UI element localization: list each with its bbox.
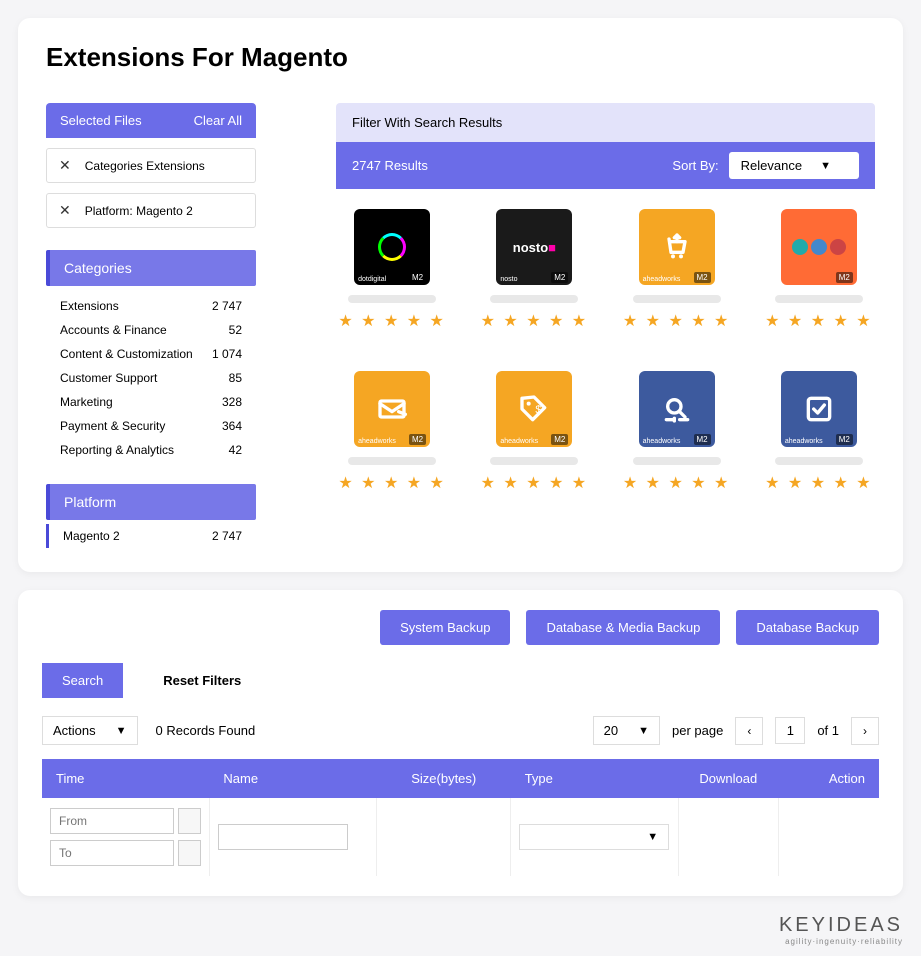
product-thumb: $ aheadworks M2 bbox=[496, 371, 572, 447]
categories-header: Categories bbox=[46, 250, 256, 286]
star-rating: ★ ★ ★ ★ ★ bbox=[336, 473, 448, 493]
results-count: 2747 Results bbox=[352, 158, 428, 173]
chevron-down-icon: ▼ bbox=[820, 160, 831, 172]
clear-all-button[interactable]: Clear All bbox=[194, 113, 242, 128]
product-card[interactable]: aheadworks M2 ★ ★ ★ ★ ★ bbox=[336, 371, 448, 493]
page-size-value: 20 bbox=[604, 723, 618, 738]
product-card[interactable]: $ aheadworks M2 ★ ★ ★ ★ ★ bbox=[478, 371, 590, 493]
brand-name: KEYIDEAS bbox=[18, 914, 903, 937]
product-thumb: aheadworks M2 bbox=[639, 371, 715, 447]
col-download[interactable]: Download bbox=[678, 759, 778, 798]
platform-header: Platform bbox=[46, 484, 256, 520]
to-picker-button[interactable] bbox=[178, 840, 201, 866]
close-icon[interactable]: ✕ bbox=[59, 157, 71, 174]
product-card[interactable]: aheadworks M2 ★ ★ ★ ★ ★ bbox=[621, 209, 733, 331]
actions-dropdown[interactable]: Actions ▼ bbox=[42, 716, 138, 745]
selected-files-header: Selected Files Clear All bbox=[46, 103, 256, 138]
platform-item[interactable]: Magento 22 747 bbox=[46, 524, 256, 548]
col-name[interactable]: Name bbox=[209, 759, 376, 798]
category-item[interactable]: Payment & Security364 bbox=[46, 414, 256, 438]
product-thumb: M2 bbox=[781, 209, 857, 285]
name-filter-input[interactable] bbox=[218, 824, 348, 850]
product-thumb: aheadworks M2 bbox=[781, 371, 857, 447]
category-item[interactable]: Customer Support85 bbox=[46, 366, 256, 390]
star-rating: ★ ★ ★ ★ ★ bbox=[336, 311, 448, 331]
product-title-placeholder bbox=[633, 457, 721, 465]
brand-tagline: agility·ingenuity·reliability bbox=[18, 937, 903, 946]
product-card[interactable]: aheadworks M2 ★ ★ ★ ★ ★ bbox=[621, 371, 733, 493]
time-from-input[interactable] bbox=[50, 808, 174, 834]
sort-select[interactable]: Relevance ▼ bbox=[729, 152, 859, 179]
star-rating: ★ ★ ★ ★ ★ bbox=[763, 311, 875, 331]
product-thumb: aheadworks M2 bbox=[639, 209, 715, 285]
filter-chip: ✕ Platform: Magento 2 bbox=[46, 193, 256, 228]
sort-by-label: Sort By: bbox=[672, 158, 718, 173]
product-thumb: dotdigital M2 bbox=[354, 209, 430, 285]
chevron-down-icon: ▼ bbox=[647, 831, 658, 843]
per-page-label: per page bbox=[672, 723, 723, 738]
sort-value: Relevance bbox=[741, 158, 802, 173]
col-time[interactable]: Time bbox=[42, 759, 209, 798]
product-title-placeholder bbox=[775, 457, 863, 465]
product-title-placeholder bbox=[490, 295, 578, 303]
product-card[interactable]: aheadworks M2 ★ ★ ★ ★ ★ bbox=[763, 371, 875, 493]
records-found: 0 Records Found bbox=[156, 723, 256, 738]
category-item[interactable]: Content & Customization1 074 bbox=[46, 342, 256, 366]
star-rating: ★ ★ ★ ★ ★ bbox=[621, 473, 733, 493]
content-area: Filter With Search Results 2747 Results … bbox=[336, 103, 875, 548]
reset-filters-button[interactable]: Reset Filters bbox=[143, 663, 261, 698]
database-media-backup-button[interactable]: Database & Media Backup bbox=[526, 610, 720, 645]
backup-table: Time Name Size(bytes) Type Download Acti… bbox=[42, 759, 879, 876]
col-size[interactable]: Size(bytes) bbox=[377, 759, 511, 798]
category-item[interactable]: Extensions2 747 bbox=[46, 294, 256, 318]
actions-label: Actions bbox=[53, 723, 96, 738]
svg-text:$: $ bbox=[536, 404, 542, 416]
brand-logo: KEYIDEAS agility·ingenuity·reliability bbox=[0, 914, 921, 956]
col-action[interactable]: Action bbox=[779, 759, 879, 798]
tab-search[interactable]: Search bbox=[42, 663, 123, 698]
results-bar: 2747 Results Sort By: Relevance ▼ bbox=[336, 142, 875, 189]
filter-search-label: Filter With Search Results bbox=[336, 103, 875, 142]
page-number-input[interactable] bbox=[775, 717, 805, 744]
product-card[interactable]: nosto■ nosto M2 ★ ★ ★ ★ ★ bbox=[478, 209, 590, 331]
chevron-down-icon: ▼ bbox=[638, 725, 649, 737]
product-title-placeholder bbox=[348, 457, 436, 465]
product-thumb: aheadworks M2 bbox=[354, 371, 430, 447]
chip-label: Platform: Magento 2 bbox=[85, 204, 193, 218]
product-title-placeholder bbox=[775, 295, 863, 303]
prev-page-button[interactable]: ‹ bbox=[735, 717, 763, 745]
page-total: of 1 bbox=[817, 723, 839, 738]
system-backup-button[interactable]: System Backup bbox=[380, 610, 510, 645]
database-backup-button[interactable]: Database Backup bbox=[736, 610, 879, 645]
product-title-placeholder bbox=[348, 295, 436, 303]
product-card[interactable]: M2 ★ ★ ★ ★ ★ bbox=[763, 209, 875, 331]
type-filter-dropdown[interactable]: ▼ bbox=[519, 824, 669, 850]
page-size-dropdown[interactable]: 20 ▼ bbox=[593, 716, 660, 745]
page-title: Extensions For Magento bbox=[46, 42, 875, 73]
product-title-placeholder bbox=[490, 457, 578, 465]
product-thumb: nosto■ nosto M2 bbox=[496, 209, 572, 285]
next-page-button[interactable]: › bbox=[851, 717, 879, 745]
chevron-down-icon: ▼ bbox=[116, 725, 127, 737]
star-rating: ★ ★ ★ ★ ★ bbox=[478, 473, 590, 493]
close-icon[interactable]: ✕ bbox=[59, 202, 71, 219]
star-rating: ★ ★ ★ ★ ★ bbox=[763, 473, 875, 493]
product-title-placeholder bbox=[633, 295, 721, 303]
star-rating: ★ ★ ★ ★ ★ bbox=[621, 311, 733, 331]
category-item[interactable]: Reporting & Analytics42 bbox=[46, 438, 256, 462]
category-item[interactable]: Accounts & Finance52 bbox=[46, 318, 256, 342]
star-rating: ★ ★ ★ ★ ★ bbox=[478, 311, 590, 331]
sidebar: Selected Files Clear All ✕ Categories Ex… bbox=[46, 103, 256, 548]
col-type[interactable]: Type bbox=[511, 759, 678, 798]
from-picker-button[interactable] bbox=[178, 808, 201, 834]
chip-label: Categories Extensions bbox=[85, 159, 205, 173]
filter-chip: ✕ Categories Extensions bbox=[46, 148, 256, 183]
time-to-input[interactable] bbox=[50, 840, 174, 866]
selected-files-label: Selected Files bbox=[60, 113, 142, 128]
product-card[interactable]: dotdigital M2 ★ ★ ★ ★ ★ bbox=[336, 209, 448, 331]
category-item[interactable]: Marketing328 bbox=[46, 390, 256, 414]
